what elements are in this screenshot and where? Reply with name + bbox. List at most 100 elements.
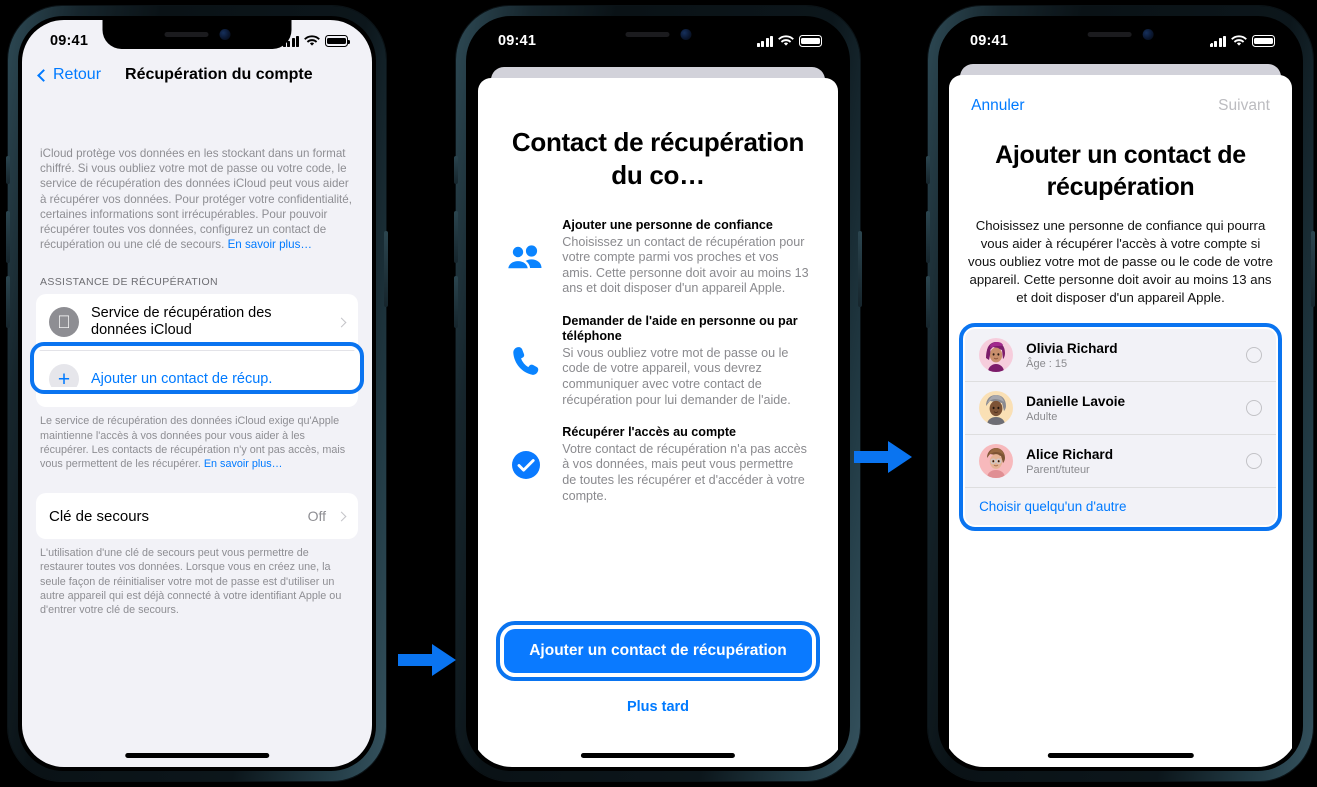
footer-text-1: Le service de récupération des données i… <box>36 407 358 471</box>
volume-down-button[interactable] <box>926 276 930 328</box>
feature-heading: Demander de l'aide en personne ou par té… <box>562 313 798 344</box>
feature-item-trusted-person: Ajouter une personne de confiance Choisi… <box>506 218 809 297</box>
right-arrow-icon <box>854 441 912 473</box>
radio-button[interactable] <box>1245 400 1262 416</box>
footer-text-2: L'utilisation d'une clé de secours peut … <box>40 547 342 617</box>
phone-1-screen: 09:41 Retour Récupération du compte iClo… <box>22 20 372 767</box>
feature-text: Ajouter une personne de confiance Choisi… <box>562 218 809 297</box>
sheet-header: Annuler Suivant <box>949 75 1292 115</box>
feature-text: Demander de l'aide en personne ou par té… <box>562 314 809 408</box>
mute-switch[interactable] <box>926 156 930 184</box>
feature-item-recover-access: Récupérer l'accès au compte Votre contac… <box>506 425 809 504</box>
memoji-avatar <box>979 444 1014 478</box>
status-time: 09:41 <box>50 33 89 49</box>
volume-up-button[interactable] <box>926 211 930 263</box>
earpiece-speaker <box>1087 32 1132 37</box>
row-add-recovery-contact[interactable]: + Ajouter un contact de récup. <box>36 350 358 407</box>
phone-2-screen: 09:41 Contact de récupération du co… Ajo… <box>470 20 846 767</box>
battery-icon <box>799 35 825 47</box>
feature-list: Ajouter une personne de confiance Choisi… <box>506 218 809 504</box>
modal-sheet: Contact de récupération du co… Ajouter u… <box>478 78 838 767</box>
contact-picker-wrapper: Olivia Richard Âge : 15 Danielle Lavoie … <box>959 323 1282 531</box>
checkmark-circle-icon <box>506 450 546 480</box>
contact-meta: Parent/tuteur <box>1026 463 1090 476</box>
intro-text: iCloud protège vos données en les stocka… <box>40 147 352 252</box>
power-button[interactable] <box>1311 231 1315 307</box>
contact-name: Olivia Richard <box>1026 340 1118 356</box>
row-label: Ajouter un contact de récup. <box>91 370 273 387</box>
feature-body: Si vous oubliez votre mot de passe ou le… <box>562 345 791 407</box>
navigation-bar: Retour Récupération du compte <box>22 56 372 94</box>
contact-picker-list: Olivia Richard Âge : 15 Danielle Lavoie … <box>965 329 1276 525</box>
notch <box>102 20 292 49</box>
learn-more-link-2[interactable]: En savoir plus… <box>204 458 283 470</box>
flow-arrow-1 <box>396 640 460 680</box>
power-button[interactable] <box>858 231 862 307</box>
feature-item-ask-for-help: Demander de l'aide en personne ou par té… <box>506 314 809 408</box>
flow-arrow-2 <box>852 437 916 477</box>
right-arrow-icon <box>398 644 456 676</box>
sheet-title: Ajouter un contact de récupération <box>995 141 1246 201</box>
mute-switch[interactable] <box>6 156 10 184</box>
cancel-button[interactable]: Annuler <box>971 97 1024 115</box>
memoji-avatar <box>979 391 1014 425</box>
home-indicator[interactable] <box>125 753 269 758</box>
earpiece-speaker <box>164 32 208 37</box>
status-time: 09:41 <box>498 33 537 49</box>
volume-down-button[interactable] <box>454 276 458 328</box>
page-title: Récupération du compte <box>125 66 313 83</box>
row-recovery-key[interactable]: Clé de secours Off <box>36 493 358 539</box>
contact-meta: Âge : 15 <box>1026 357 1068 370</box>
sheet-title: Contact de récupération du co… <box>511 127 805 190</box>
next-button[interactable]: Suivant <box>1218 97 1270 115</box>
status-time: 09:41 <box>970 33 1009 49</box>
choose-someone-else-button[interactable]: Choisir quelqu'un d'autre <box>965 487 1276 525</box>
contact-meta: Adulte <box>1026 410 1058 423</box>
contact-info: Alice Richard Parent/tuteur <box>1026 446 1233 477</box>
phone-3-screen: 09:41 Annuler Suivant Ajouter un contact… <box>942 20 1299 767</box>
front-camera-icon <box>219 29 230 40</box>
settings-body: iCloud protège vos données en les stocka… <box>22 94 372 767</box>
status-indicators <box>1209 35 1278 47</box>
mute-switch[interactable] <box>454 156 458 184</box>
apple-logo-icon:  <box>49 307 79 338</box>
wifi-icon <box>1231 35 1247 46</box>
learn-more-link-1[interactable]: En savoir plus… <box>228 238 312 251</box>
section-header-recovery-assistance: ASSISTANCE DE RÉCUPÉRATION <box>40 276 218 289</box>
later-button[interactable]: Plus tard <box>504 699 811 715</box>
contact-name: Alice Richard <box>1026 446 1114 462</box>
contact-row-olivia-richard[interactable]: Olivia Richard Âge : 15 <box>965 329 1276 381</box>
phone-1-bezel: 09:41 Retour Récupération du compte iClo… <box>18 16 376 771</box>
volume-down-button[interactable] <box>6 276 10 328</box>
notch <box>556 20 760 49</box>
chevron-right-icon <box>336 511 347 522</box>
feature-text: Récupérer l'accès au compte Votre contac… <box>562 425 809 504</box>
home-indicator[interactable] <box>580 753 736 758</box>
radio-button[interactable] <box>1245 453 1262 469</box>
back-button[interactable]: Retour <box>36 66 101 84</box>
sheet-actions: Ajouter un contact de récupération Plus … <box>496 621 820 715</box>
contact-name: Danielle Lavoie <box>1026 393 1126 409</box>
phone-2-intro-sheet: 09:41 Contact de récupération du co… Ajo… <box>454 6 862 781</box>
phone-3-contact-picker: 09:41 Annuler Suivant Ajouter un contact… <box>926 6 1315 781</box>
home-indicator[interactable] <box>1047 753 1194 758</box>
radio-button[interactable] <box>1245 347 1262 363</box>
contact-info: Danielle Lavoie Adulte <box>1026 393 1233 424</box>
recovery-assistance-card:  Service de récupération des données iC… <box>36 294 358 408</box>
power-button[interactable] <box>384 231 388 307</box>
wifi-icon <box>778 35 794 46</box>
contact-row-alice-richard[interactable]: Alice Richard Parent/tuteur <box>965 434 1276 487</box>
contact-row-danielle-lavoie[interactable]: Danielle Lavoie Adulte <box>965 381 1276 434</box>
add-recovery-contact-button[interactable]: Ajouter un contact de récupération <box>504 629 812 673</box>
row-label: Clé de secours <box>49 507 150 525</box>
row-icloud-data-recovery-service[interactable]:  Service de récupération des données iC… <box>36 294 358 350</box>
battery-icon <box>1252 35 1278 47</box>
volume-up-button[interactable] <box>454 211 458 263</box>
recovery-key-value: Off <box>307 508 326 525</box>
volume-up-button[interactable] <box>6 211 10 263</box>
intro-paragraph: iCloud protège vos données en les stocka… <box>36 94 358 252</box>
recovery-key-card: Clé de secours Off <box>36 493 358 540</box>
plus-icon: + <box>49 364 79 395</box>
earpiece-speaker <box>625 32 669 37</box>
